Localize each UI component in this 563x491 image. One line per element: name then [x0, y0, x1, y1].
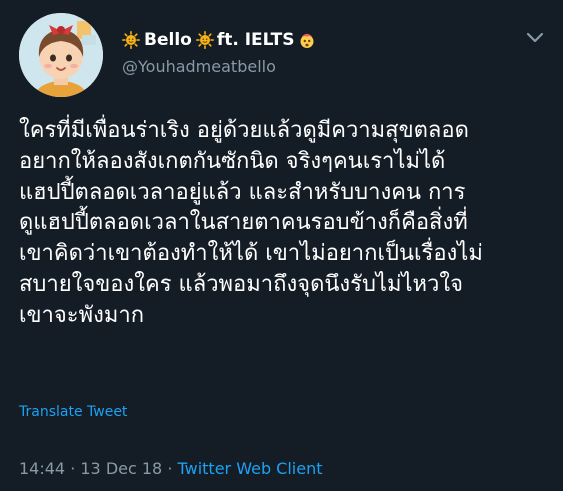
tweet-meta: 14:44 · 13 Dec 18 · Twitter Web Client: [19, 459, 323, 478]
tweet-text-line: ดูแฮปปี้ตลอดเวลาในสายตาคนรอบข้างก็คือสิ่…: [19, 210, 468, 236]
tweet-text-line: ใครที่มีเพื่อนร่าเริง อยู่ด้วยแล้วดูมีคว…: [19, 118, 469, 143]
tweet-text-line: แฮปปี้ตลอดเวลาอยู่แล้ว และสำหรับบางคน กา…: [19, 179, 466, 205]
sun-emoji-icon: [122, 31, 141, 50]
tweet-text: ใครที่มีเพื่อนร่าเริง อยู่ด้วยแล้วดูมีคว…: [19, 116, 549, 332]
translate-tweet-link[interactable]: Translate Tweet: [19, 404, 127, 420]
avatar[interactable]: [19, 13, 103, 97]
tweet-text-line: สบายใจของใคร แล้วพอมาถึงจุดนึงรับไม่ไหวใ…: [19, 271, 464, 297]
display-name-text: Bello: [144, 30, 192, 50]
tweet-time[interactable]: 14:44: [19, 459, 65, 478]
sun-emoji-icon: [195, 31, 214, 50]
tweet-text-line: เขาคิดว่าเขาต้องทำให้ได้ เขาไม่อยากเป็นเ…: [19, 241, 483, 267]
tweet-client-link[interactable]: Twitter Web Client: [178, 459, 323, 478]
meta-separator: ·: [65, 459, 81, 478]
author-display-name[interactable]: Bello ft. IELTS: [122, 30, 316, 50]
tweet-text-line: อยากให้ลองสังเกตกันซักนิด จริงๆคนเราไม่ไ…: [19, 148, 446, 174]
author-handle[interactable]: @Youhadmeatbello: [122, 57, 276, 76]
exploding-head-emoji-icon: [298, 31, 316, 49]
display-name-suffix: ft. IELTS: [216, 30, 295, 50]
chevron-down-icon[interactable]: [524, 26, 546, 48]
cartoon-girl-avatar-icon: [19, 13, 103, 97]
tweet-date[interactable]: 13 Dec 18: [80, 459, 162, 478]
tweet-text-line: เขาจะพังมาก: [19, 302, 145, 328]
meta-separator: ·: [162, 459, 178, 478]
tweet-card: Bello ft. IELTS @Youhadmeatbello ใครที่ม…: [0, 0, 563, 491]
